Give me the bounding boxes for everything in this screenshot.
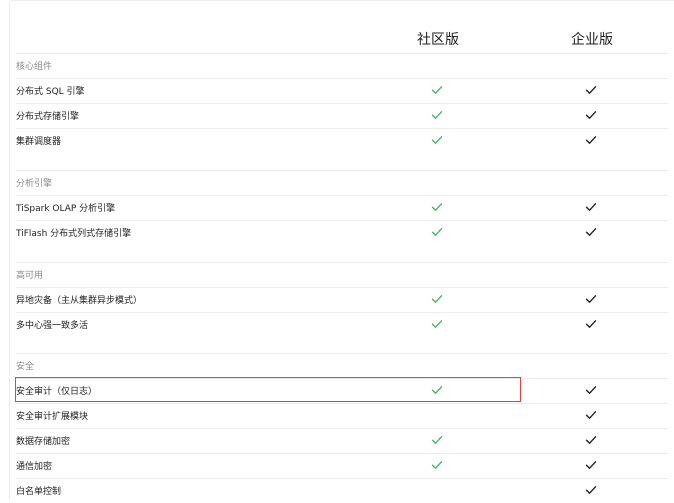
feature-label: 分布式存储引擎 bbox=[16, 112, 80, 122]
check-icon bbox=[584, 83, 598, 97]
check-icon bbox=[584, 433, 598, 447]
feature-label: 异地灾备（主从集群异步模式） bbox=[16, 296, 143, 306]
feature-label: 分布式 SQL 引擎 bbox=[16, 87, 85, 97]
check-icon bbox=[584, 108, 598, 122]
table-row: TiFlash 分布式列式存储引擎 bbox=[16, 220, 668, 245]
feature-label: 多中心强一致多活 bbox=[16, 321, 89, 331]
check-icon bbox=[430, 383, 444, 397]
feature-label: TiSpark OLAP 分析引擎 bbox=[16, 204, 116, 214]
check-icon bbox=[430, 200, 444, 214]
table-row: TiSpark OLAP 分析引擎 bbox=[16, 195, 668, 220]
column-header-community: 社区版 bbox=[417, 32, 459, 48]
check-icon bbox=[430, 292, 444, 306]
feature-label: 安全审计（仅日志） bbox=[16, 387, 98, 397]
table-row: 分布式存储引擎 bbox=[16, 103, 668, 128]
section-label: 分析引擎 bbox=[16, 179, 53, 189]
table-row: 异地灾备（主从集群异步模式） bbox=[16, 287, 668, 312]
table-row: 安全审计扩展模块 bbox=[16, 403, 668, 428]
section-label: 高可用 bbox=[16, 271, 44, 281]
check-icon bbox=[430, 433, 444, 447]
table-row: 白名单控制 bbox=[16, 478, 668, 503]
feature-label: TiFlash 分布式列式存储引擎 bbox=[16, 229, 132, 239]
check-icon bbox=[584, 483, 598, 497]
check-icon bbox=[584, 383, 598, 397]
check-icon bbox=[584, 225, 598, 239]
check-icon bbox=[584, 408, 598, 422]
table-row: 多中心强一致多活 bbox=[16, 312, 668, 337]
check-icon bbox=[430, 133, 444, 147]
check-icon bbox=[584, 317, 598, 331]
feature-label: 集群调度器 bbox=[16, 137, 62, 147]
table-row: 分布式 SQL 引擎 bbox=[16, 78, 668, 103]
section-label: 核心组件 bbox=[16, 62, 53, 72]
feature-label: 数据存储加密 bbox=[16, 437, 71, 447]
table-row: 安全审计（仅日志） bbox=[16, 378, 668, 403]
check-icon bbox=[430, 317, 444, 331]
section-header: 高可用 bbox=[16, 262, 668, 287]
section-header: 安全 bbox=[16, 353, 668, 378]
section-header: 分析引擎 bbox=[16, 170, 668, 195]
check-icon bbox=[584, 133, 598, 147]
section-label: 安全 bbox=[16, 362, 35, 372]
feature-label: 通信加密 bbox=[16, 462, 53, 472]
check-icon bbox=[430, 108, 444, 122]
feature-label: 安全审计扩展模块 bbox=[16, 412, 89, 422]
check-icon bbox=[584, 200, 598, 214]
table-row: 数据存储加密 bbox=[16, 428, 668, 453]
check-icon bbox=[584, 458, 598, 472]
check-icon bbox=[430, 83, 444, 97]
table-row: 集群调度器 bbox=[16, 128, 668, 153]
column-header-enterprise: 企业版 bbox=[571, 32, 613, 48]
feature-label: 白名单控制 bbox=[16, 487, 62, 497]
check-icon bbox=[430, 225, 444, 239]
check-icon bbox=[430, 458, 444, 472]
section-header: 核心组件 bbox=[16, 53, 668, 78]
table-row: 通信加密 bbox=[16, 453, 668, 478]
check-icon bbox=[584, 292, 598, 306]
